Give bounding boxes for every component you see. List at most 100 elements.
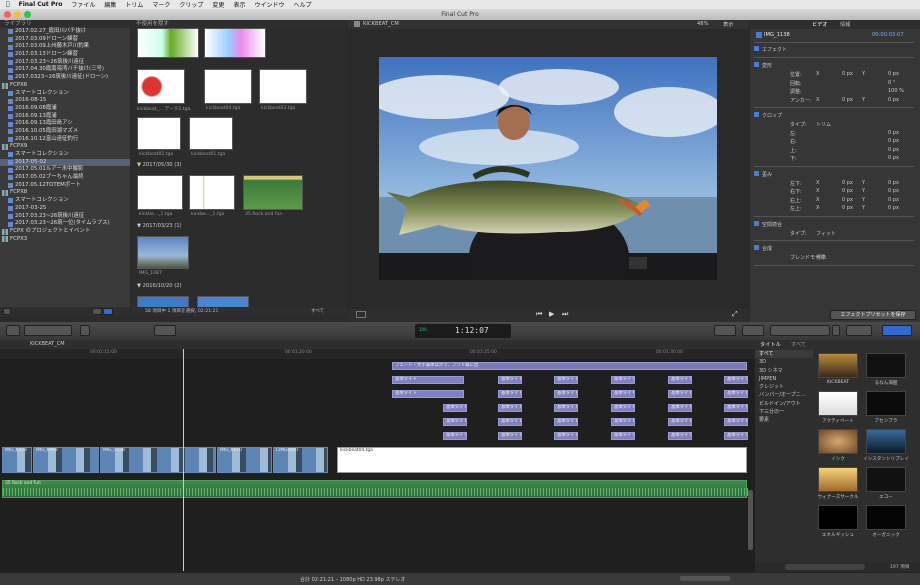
video-clip[interactable]: IMG_6323 — [2, 447, 32, 473]
event-item[interactable]: 2017.05.01ルアー水中撮影 — [0, 166, 130, 174]
title-thumbnail[interactable] — [818, 429, 858, 454]
title-clip[interactable]: 基本タイト — [554, 390, 578, 398]
checkbox-icon[interactable] — [754, 170, 759, 176]
edit-buttons[interactable] — [24, 325, 72, 336]
event-item[interactable]: スマートコレクション — [0, 90, 130, 98]
keyword-button[interactable] — [80, 325, 90, 336]
title-clip[interactable]: 基本タイト — [443, 404, 467, 412]
event-item[interactable]: 2016.10.12富山遠征釣行 — [0, 136, 130, 144]
title-clip[interactable]: 基本タイト — [668, 376, 692, 384]
title-clip[interactable]: 基本タイト — [554, 432, 578, 440]
event-item[interactable]: スマートコレクション — [0, 151, 130, 159]
viewer-display-menu[interactable]: 表示 — [723, 21, 733, 28]
title-clip[interactable]: 基本タイト — [668, 404, 692, 412]
title-clip[interactable]: フェード・文字書体ほかで、フワト様に出 — [392, 362, 747, 370]
browser-filter[interactable]: 不使用を隠す — [131, 20, 346, 28]
title-thumbnail[interactable] — [866, 505, 906, 530]
title-clip[interactable]: 基本タイト — [498, 376, 522, 384]
media-browser-buttons[interactable] — [770, 325, 830, 336]
title-thumbnail[interactable] — [866, 429, 906, 454]
event-item[interactable]: 2017.02.27_霞田川バチ抜け — [0, 28, 130, 36]
inspector-field[interactable]: Y — [862, 71, 865, 77]
library-item[interactable]: FCPX3 — [0, 236, 130, 244]
title-clip[interactable]: 基本タイト — [724, 418, 748, 426]
event-item[interactable]: 2017.0323~26筑後川遠征(ドローン) — [0, 74, 130, 82]
library-settings-button[interactable] — [3, 308, 11, 315]
clip-thumbnail[interactable] — [189, 175, 235, 210]
inspector-section-header[interactable]: 変形 — [754, 62, 772, 69]
audio-clip[interactable]: 35 Rock and fun — [2, 480, 748, 498]
retime-button[interactable] — [742, 325, 764, 336]
clip-thumbnail[interactable] — [243, 175, 303, 210]
title-clip[interactable]: 基本タイト — [554, 418, 578, 426]
menu-window[interactable]: ウインドウ — [254, 0, 284, 9]
inspector-field[interactable]: トリム — [816, 121, 831, 128]
inspector-field[interactable]: 0 px — [888, 138, 899, 144]
inspector-field[interactable]: Y — [862, 180, 865, 186]
inspector-field[interactable]: 標準 — [816, 254, 826, 261]
inspector-section-header[interactable]: 空間適合 — [754, 220, 782, 228]
inspector-field[interactable]: X — [816, 71, 819, 77]
title-clip[interactable]: 基本タイト — [392, 376, 464, 384]
checkbox-icon[interactable] — [754, 46, 759, 51]
title-thumbnail[interactable] — [866, 467, 906, 492]
title-clip[interactable]: 基本タイト — [724, 376, 748, 384]
event-item[interactable]: 2017.05.12TOTEMポート — [0, 182, 130, 190]
titles-browser-button[interactable] — [832, 325, 840, 336]
title-clip[interactable]: 基本タイト — [498, 404, 522, 412]
clip-thumbnail[interactable] — [189, 117, 233, 150]
titles-search-input[interactable] — [785, 564, 865, 570]
title-clip[interactable]: 基本タイト — [724, 390, 748, 398]
title-clip[interactable]: 基本タイト — [498, 432, 522, 440]
menu-clip[interactable]: クリップ — [179, 0, 203, 9]
zoom-slider[interactable] — [680, 576, 730, 581]
inspector-field[interactable]: Y — [862, 197, 865, 203]
play-icon[interactable]: ▶ — [549, 310, 554, 318]
tab-video[interactable]: ビデオ — [812, 21, 828, 28]
title-clip[interactable]: 基本タイト — [724, 432, 748, 440]
save-effects-preset-button[interactable]: エフェクトプリセットを保存 — [830, 310, 916, 320]
menu-trim[interactable]: トリム — [125, 0, 143, 9]
titles-category-item[interactable]: 要素 — [755, 416, 813, 424]
title-thumbnail[interactable] — [866, 353, 906, 378]
clip-thumbnail[interactable] — [259, 69, 307, 104]
inspector-field[interactable]: Y — [862, 205, 865, 211]
inspector-field[interactable]: 0 px — [888, 97, 899, 103]
title-clip[interactable]: 基本タイト — [611, 390, 635, 398]
inspector-field[interactable]: X — [816, 188, 819, 194]
event-item[interactable]: スマートコレクション — [0, 197, 130, 205]
inspector-field[interactable]: 0 px — [888, 155, 899, 161]
title-thumbnail[interactable] — [818, 391, 858, 416]
title-clip[interactable]: 基本タイト — [554, 404, 578, 412]
event-item[interactable]: 2016.09.13霞田島アシ — [0, 120, 130, 128]
close-button[interactable] — [4, 11, 11, 18]
checkbox-icon[interactable] — [754, 220, 759, 226]
apple-icon[interactable]:  — [6, 1, 10, 8]
title-thumbnail[interactable] — [818, 467, 858, 492]
viewer-zoom[interactable]: 48% — [697, 21, 709, 27]
menu-view[interactable]: 表示 — [233, 0, 245, 9]
checkbox-icon[interactable] — [754, 62, 759, 67]
select-tool-button[interactable] — [154, 325, 176, 336]
title-clip[interactable]: 基本タイト — [611, 418, 635, 426]
library-item[interactable]: FCPX6 — [0, 82, 130, 90]
timeline-ruler[interactable]: 00:01:15:00 00:01:20:00 00:01:25:00 00:0… — [0, 349, 755, 359]
import-button[interactable] — [6, 325, 20, 336]
inspector-field[interactable]: 0 px — [888, 188, 899, 194]
date-group-header[interactable]: ▼ 2017/05/30 (3) — [137, 162, 182, 168]
event-item[interactable]: 2017.03.09上州藤木戸川釣果 — [0, 43, 130, 51]
menu-mark[interactable]: マーク — [152, 0, 170, 9]
menu-app[interactable]: Final Cut Pro — [19, 1, 63, 8]
library-item[interactable]: FCPX8 — [0, 189, 130, 197]
video-clip[interactable]: CIMG4087 — [273, 447, 328, 473]
title-clip[interactable]: 基本タイト — [611, 376, 635, 384]
titles-filter[interactable]: すべて — [791, 341, 806, 348]
checkbox-icon[interactable] — [754, 112, 759, 117]
date-group-header[interactable]: ▼ 2016/10/20 (2) — [137, 283, 182, 289]
timecode-display[interactable]: 100 1:12:07 — [415, 324, 511, 338]
title-clip[interactable]: 基本タイト — [554, 376, 578, 384]
inspector-section-header[interactable]: エフェクト — [754, 46, 787, 53]
inspector-field[interactable]: Y — [862, 97, 865, 103]
title-clip[interactable]: 基本タイト — [724, 404, 748, 412]
inspector-field[interactable]: フィット — [816, 230, 836, 237]
